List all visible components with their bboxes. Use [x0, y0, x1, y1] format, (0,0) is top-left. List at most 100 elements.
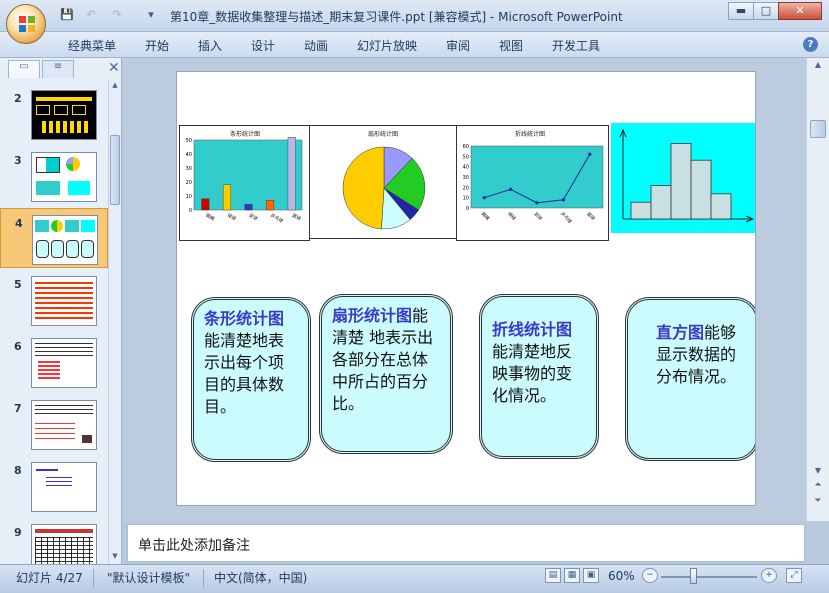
bar-chart: 条形统计图 50 40 30 20 10 0 跳绳 排球 足球 乒乓球 篮球 [179, 125, 310, 241]
y-tick-label: 30 [463, 175, 469, 181]
zoom-out-icon[interactable]: − [642, 568, 658, 583]
bar-chart-description-card: 条形统计图能清楚地表示出每个项目的具体数目。 [191, 297, 311, 462]
fit-to-window-icon[interactable]: ⤢ [786, 568, 802, 583]
card-keyword: 直方图 [656, 323, 705, 342]
plot-area [470, 145, 604, 209]
y-tick-label: 50 [463, 154, 469, 160]
slide-sorter-icon[interactable]: ▦ [564, 568, 580, 583]
previous-slide-icon[interactable]: ⏶ [807, 480, 829, 490]
y-tick-label: 0 [189, 208, 192, 214]
scroll-up-icon[interactable]: ▲ [109, 81, 121, 89]
current-slide[interactable]: 条形统计图 50 40 30 20 10 0 跳绳 排球 足球 乒乓球 篮球 扇形统计图 折线统计图… [176, 71, 756, 506]
tab-view[interactable]: 视图 [499, 37, 523, 54]
slide-number: 4 [15, 217, 23, 230]
plot-area [193, 139, 303, 211]
status-bar: 幻灯片 4/27 "默认设计模板" 中文(简体，中国) ▤ ▦ ▣ 60% − … [0, 564, 829, 593]
slide-thumbnails: 2 3 4 5 6 7 8 9 [0, 80, 108, 564]
close-button[interactable]: ✕ [778, 2, 822, 20]
zoom-slider-thumb[interactable] [689, 568, 697, 584]
thumbnail-scrollbar[interactable]: ▲ ▼ [108, 80, 121, 564]
next-slide-icon[interactable]: ⏷ [807, 496, 829, 506]
y-tick-label: 40 [463, 165, 469, 171]
zoom-in-icon[interactable]: + [761, 568, 777, 583]
line-chart-plot: 60 50 40 30 20 10 0 跳绳 排球 足球 乒乓球 篮球 [463, 144, 604, 225]
scroll-down-icon[interactable]: ▼ [109, 552, 121, 560]
slide-thumbnail[interactable]: 5 [0, 270, 108, 330]
office-button[interactable] [6, 4, 46, 44]
zoom-level[interactable]: 60% [608, 569, 635, 583]
scroll-down-icon[interactable]: ▼ [807, 466, 829, 475]
slide-number: 8 [14, 464, 22, 477]
slide-thumbnail[interactable]: 7 [0, 394, 108, 454]
tab-insert[interactable]: 插入 [198, 37, 222, 54]
x-tick-label: 跳绳 [204, 212, 216, 223]
histogram-bar [650, 185, 672, 220]
outline-tab-icon[interactable]: ≡ [42, 60, 74, 78]
x-tick-label: 乒乓球 [269, 212, 285, 225]
bar [201, 198, 210, 211]
office-logo-icon [19, 16, 35, 32]
bar [222, 184, 231, 211]
slide-number: 6 [14, 340, 22, 353]
slides-pane: ▭ ≡ ✕ 2 3 4 5 6 7 8 9 ▲ ▼ [0, 58, 122, 564]
y-tick-label: 60 [463, 144, 469, 150]
x-tick-label: 排球 [226, 212, 238, 223]
data-point [561, 198, 565, 202]
tab-design[interactable]: 设计 [251, 37, 275, 54]
window-title: 第10章_数据收集整理与描述_期末复习课件.ppt [兼容模式] - Micro… [170, 10, 623, 24]
slides-tab-icon[interactable]: ▭ [8, 60, 40, 78]
maximize-button[interactable]: □ [753, 2, 779, 20]
pie-chart-description-card: 扇形统计图能清楚 地表示出各部分在总体中所占的百分比。 [319, 294, 453, 454]
slide-thumbnail[interactable]: 8 [0, 456, 108, 516]
scroll-up-icon[interactable]: ▲ [807, 60, 829, 69]
redo-icon[interactable]: ↷ [110, 8, 124, 22]
save-icon[interactable]: 💾 [60, 8, 74, 22]
pane-close-icon[interactable]: ✕ [108, 60, 120, 76]
y-tick-label: 30 [186, 166, 192, 172]
bar [287, 136, 296, 211]
scroll-thumb[interactable] [110, 135, 120, 205]
bar [266, 199, 275, 211]
slide-thumbnail[interactable]: 9 [0, 518, 108, 564]
tab-slideshow[interactable]: 幻灯片放映 [357, 37, 417, 54]
y-tick-label: 20 [186, 180, 192, 186]
scroll-thumb[interactable] [810, 120, 826, 138]
y-tick-label: 20 [463, 185, 469, 191]
normal-view-icon[interactable]: ▤ [545, 568, 561, 583]
slide-number: 7 [14, 402, 22, 415]
y-tick-label: 10 [186, 194, 192, 200]
tab-classic-menu[interactable]: 经典菜单 [68, 37, 116, 54]
x-tick-label: 足球 [533, 210, 545, 222]
help-icon[interactable]: ? [803, 37, 818, 52]
x-tick-label: 乒乓球 [559, 210, 574, 225]
data-point [588, 152, 592, 156]
language-indicator[interactable]: 中文(简体，中国) [214, 569, 307, 586]
line-chart-description-card: 折线统计图能清楚地反映事物的变化情况。 [479, 294, 599, 459]
slide-preview [31, 90, 97, 140]
undo-icon[interactable]: ↶ [84, 8, 98, 22]
minimize-button[interactable]: ▬ [728, 2, 754, 20]
slide-thumbnail[interactable]: 2 [0, 84, 108, 144]
card-keyword: 条形统计图 [204, 309, 285, 328]
bar-chart-plot: 50 40 30 20 10 0 跳绳 排球 足球 乒乓球 篮球 [186, 136, 303, 225]
line-chart: 折线统计图 60 50 40 30 20 10 0 跳绳 排球 足球 乒乓球 篮球 [456, 125, 609, 241]
slide-thumbnail-selected[interactable]: 4 [0, 208, 108, 268]
slide-thumbnail[interactable]: 3 [0, 146, 108, 206]
tab-review[interactable]: 审阅 [446, 37, 470, 54]
slide-preview [31, 276, 97, 326]
zoom-slider-track[interactable] [661, 576, 757, 578]
slide-preview [32, 215, 98, 265]
notes-pane[interactable]: 单击此处添加备注 [127, 524, 805, 562]
slideshow-view-icon[interactable]: ▣ [583, 568, 599, 583]
slide-thumbnail[interactable]: 6 [0, 332, 108, 392]
theme-name[interactable]: "默认设计模板" [107, 569, 190, 586]
notes-placeholder[interactable]: 单击此处添加备注 [138, 535, 250, 555]
customize-icon[interactable]: ▾ [144, 8, 158, 22]
tab-animation[interactable]: 动画 [304, 37, 328, 54]
main-scrollbar[interactable]: ▲ ▼ ⏶ ⏷ [806, 58, 829, 521]
slide-preview [31, 338, 97, 388]
slide-preview [31, 462, 97, 512]
pie-slice [342, 146, 385, 230]
tab-home[interactable]: 开始 [145, 37, 169, 54]
tab-developer[interactable]: 开发工具 [552, 37, 600, 54]
